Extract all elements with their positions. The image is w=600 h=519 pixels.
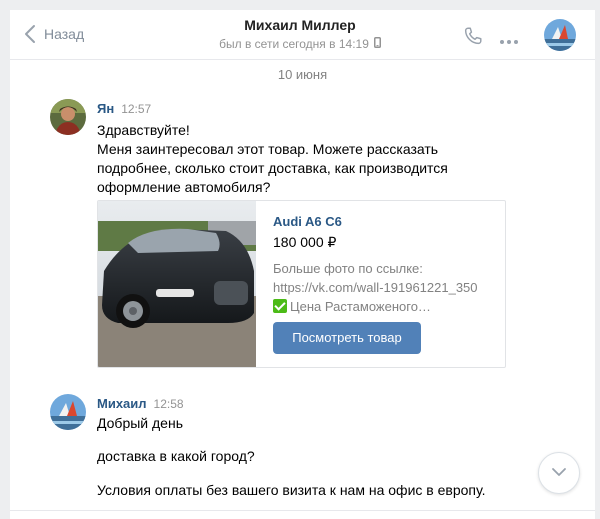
message-time: 12:58	[153, 397, 184, 411]
product-description-line: Больше фото по ссылке:	[273, 261, 423, 276]
check-mark-icon	[273, 299, 287, 313]
peer-name: Михаил Миллер	[244, 17, 356, 33]
product-title[interactable]: Audi A6 C6	[273, 214, 342, 229]
product-card[interactable]: Audi A6 C6 180 000 ₽ Больше фото по ссыл…	[97, 200, 506, 368]
mobile-phone-icon	[373, 37, 381, 51]
peer-avatar[interactable]	[544, 19, 576, 51]
product-link[interactable]: https://vk.com/wall-191961221_350	[273, 278, 495, 297]
chevron-left-icon	[24, 24, 36, 44]
more-button[interactable]	[499, 32, 519, 50]
message-author[interactable]: Ян	[97, 101, 114, 116]
product-description: Больше фото по ссылке: https://vk.com/wa…	[273, 259, 495, 316]
peer-status-text: был в сети сегодня в 14:19	[219, 37, 369, 51]
phone-icon	[462, 27, 484, 51]
message-author[interactable]: Михаил	[97, 396, 147, 411]
back-button[interactable]: Назад	[24, 24, 84, 44]
message-text: подробнее, сколько стоит доставка, как п…	[97, 160, 448, 176]
product-price: 180 000 ₽	[273, 234, 337, 250]
back-label: Назад	[44, 26, 85, 42]
chevron-down-icon	[551, 464, 567, 482]
message-header: Ян 12:57	[97, 101, 151, 116]
divider	[10, 510, 595, 511]
peer-info[interactable]: Михаил Миллер был в сети сегодня в 14:19	[150, 17, 450, 51]
message-text: доставка в какой город?	[97, 448, 255, 464]
call-button[interactable]	[462, 25, 484, 52]
scroll-down-button[interactable]	[538, 452, 580, 494]
chat-window: Назад Михаил Миллер был в сети сегодня в…	[10, 10, 595, 519]
view-product-button[interactable]: Посмотреть товар	[273, 322, 421, 354]
avatar[interactable]	[50, 99, 86, 135]
message-text: оформление автомобиля?	[97, 179, 271, 195]
avatar[interactable]	[50, 394, 86, 430]
message-time: 12:57	[121, 102, 152, 116]
date-separator: 10 июня	[277, 67, 328, 82]
message-text: Добрый день	[97, 415, 183, 431]
product-photo[interactable]	[98, 201, 256, 367]
message-text: Условия оплаты без вашего визита к нам н…	[97, 482, 486, 498]
message-header: Михаил 12:58	[97, 396, 184, 411]
message-text: Меня заинтересовал этот товар. Можете ра…	[97, 141, 439, 157]
more-dots-icon	[499, 32, 519, 49]
product-description-line: Цена Растаможеного…	[273, 297, 495, 316]
message-text: Здравствуйте!	[97, 122, 190, 138]
chat-header: Назад Михаил Миллер был в сети сегодня в…	[10, 10, 595, 60]
peer-status: был в сети сегодня в 14:19	[150, 37, 450, 51]
product-description-text: Цена Растаможеного…	[290, 299, 431, 314]
